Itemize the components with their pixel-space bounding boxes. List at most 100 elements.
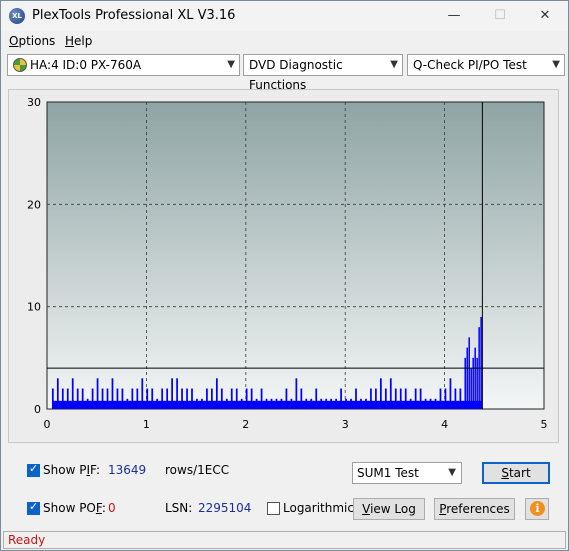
chevron-down-icon: ▼ bbox=[552, 59, 560, 70]
view-log-accel: V bbox=[362, 502, 371, 516]
menu-help[interactable]: Help bbox=[65, 34, 92, 48]
pi-bar bbox=[146, 388, 149, 409]
pi-bar bbox=[201, 398, 203, 409]
show-pif-label: Show PIF: bbox=[43, 463, 100, 477]
y-tick-label: 30 bbox=[27, 96, 41, 109]
app-window: XL PlexTools Professional XL V3.16 — ☐ ✕… bbox=[0, 0, 569, 551]
pi-bar bbox=[106, 388, 109, 409]
pi-bar bbox=[379, 378, 382, 409]
test-mode-value: SUM1 Test bbox=[357, 466, 419, 480]
pi-bar bbox=[404, 388, 407, 409]
pi-bar bbox=[191, 388, 193, 409]
pi-bar bbox=[280, 398, 283, 409]
controls-panel: Show PIF: 13649 rows/1ECC SUM1 Test ▼ St… bbox=[8, 451, 559, 529]
pi-bar bbox=[186, 388, 188, 409]
pi-bar bbox=[310, 398, 313, 409]
chevron-down-icon: ▼ bbox=[448, 467, 456, 478]
close-button[interactable]: ✕ bbox=[522, 1, 568, 31]
show-pif-checkbox[interactable] bbox=[27, 462, 40, 477]
disc-drive-icon bbox=[13, 58, 27, 72]
preferences-button[interactable]: Preferences bbox=[434, 498, 515, 520]
test-mode-select[interactable]: SUM1 Test ▼ bbox=[352, 462, 462, 484]
pi-bar bbox=[255, 398, 258, 409]
pi-bar bbox=[468, 337, 470, 409]
pi-bar bbox=[81, 388, 84, 409]
pi-bar bbox=[126, 398, 129, 409]
pi-bar bbox=[350, 398, 352, 409]
view-log-button[interactable]: View Log bbox=[353, 498, 425, 520]
pi-bar bbox=[325, 398, 328, 409]
pi-bar bbox=[156, 398, 159, 409]
window-title: PlexTools Professional XL V3.16 bbox=[32, 8, 236, 23]
pi-bar bbox=[265, 398, 268, 409]
pi-bar bbox=[355, 388, 357, 409]
minimize-button[interactable]: — bbox=[431, 1, 477, 31]
chevron-down-icon: ▼ bbox=[390, 59, 398, 70]
pi-bar bbox=[470, 368, 472, 409]
pi-bar bbox=[240, 398, 243, 409]
preferences-rest: references bbox=[446, 502, 510, 516]
pi-bar bbox=[220, 388, 223, 409]
test-type-select-value: Q-Check PI/PO Test bbox=[413, 58, 527, 72]
pi-bar bbox=[335, 398, 337, 409]
pi-bar bbox=[211, 388, 213, 409]
pi-bar bbox=[71, 378, 74, 409]
info-button[interactable]: i bbox=[525, 498, 549, 520]
pi-bar bbox=[76, 388, 79, 409]
test-type-select[interactable]: Q-Check PI/PO Test ▼ bbox=[407, 54, 565, 76]
start-button[interactable]: Start bbox=[482, 462, 550, 484]
maximize-icon: ☐ bbox=[494, 8, 506, 23]
pi-bar bbox=[101, 388, 104, 409]
pi-bar bbox=[91, 388, 94, 409]
pi-bar bbox=[285, 388, 288, 409]
pi-bar bbox=[96, 378, 99, 409]
pi-bar bbox=[141, 378, 144, 409]
pi-bar bbox=[151, 388, 154, 409]
pi-bar bbox=[230, 388, 233, 409]
menu-options-rest: ptions bbox=[18, 34, 56, 48]
pi-bar bbox=[116, 388, 119, 409]
status-bar: Ready bbox=[3, 531, 566, 549]
pi-bar bbox=[235, 388, 238, 409]
pi-bar bbox=[480, 316, 482, 409]
pi-bar bbox=[275, 398, 278, 409]
logarithmic-checkbox[interactable] bbox=[267, 502, 280, 515]
pi-bar bbox=[370, 388, 372, 409]
pi-bar bbox=[86, 398, 89, 409]
pi-bar bbox=[409, 398, 412, 409]
pi-bar bbox=[206, 388, 208, 409]
pi-bar bbox=[459, 388, 462, 409]
pi-bar bbox=[250, 388, 253, 409]
menu-help-accel: H bbox=[65, 34, 75, 48]
logarithmic-label: Logarithmic bbox=[283, 501, 354, 515]
show-pof-checkbox[interactable] bbox=[27, 500, 40, 515]
pi-bar bbox=[171, 378, 173, 409]
pi-bar bbox=[196, 398, 198, 409]
pi-bar bbox=[375, 388, 377, 409]
function-select[interactable]: DVD Diagnostic Functions ▼ bbox=[243, 54, 403, 92]
pi-bar bbox=[295, 378, 298, 409]
start-accel: S bbox=[501, 466, 509, 480]
pi-bar bbox=[305, 398, 308, 409]
pi-bar bbox=[434, 398, 437, 409]
pi-bar bbox=[176, 378, 178, 409]
pi-bar bbox=[399, 388, 402, 409]
pi-bar bbox=[389, 378, 392, 409]
maximize-button: ☐ bbox=[477, 1, 523, 31]
menu-options[interactable]: Options bbox=[9, 34, 55, 48]
pi-bar bbox=[345, 398, 347, 409]
info-icon: i bbox=[530, 501, 545, 516]
pi-bar bbox=[472, 357, 474, 409]
pi-bar bbox=[340, 388, 342, 409]
x-tick-label: 4 bbox=[441, 418, 448, 431]
lsn-value: 2295104 bbox=[198, 501, 252, 515]
title-bar: XL PlexTools Professional XL V3.16 — ☐ ✕ bbox=[1, 1, 568, 31]
pof-value: 0 bbox=[108, 501, 116, 515]
pi-bar bbox=[300, 388, 303, 409]
pi-bar bbox=[245, 388, 248, 409]
pi-bar bbox=[56, 378, 59, 409]
pi-bar bbox=[414, 388, 417, 409]
pi-bar bbox=[429, 398, 432, 409]
pi-bar bbox=[290, 398, 293, 409]
drive-select[interactable]: HA:4 ID:0 PX-760A ▼ bbox=[7, 54, 240, 76]
